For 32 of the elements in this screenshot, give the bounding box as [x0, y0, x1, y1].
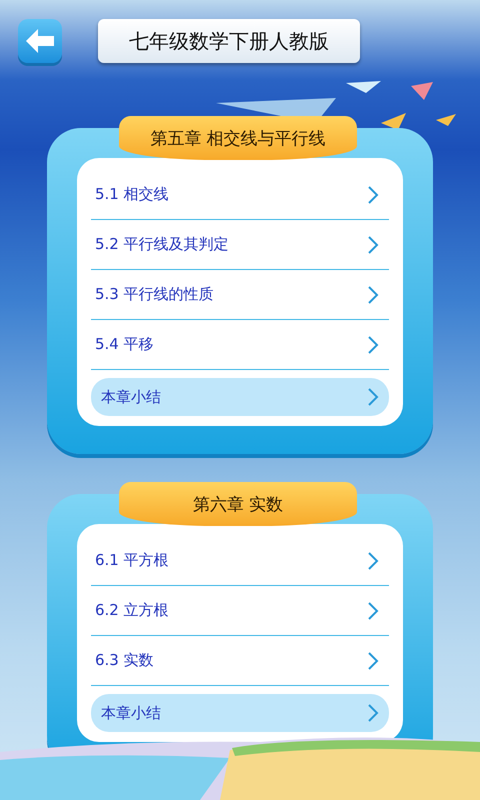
item-label: 6.2 立方根 — [95, 601, 169, 620]
section-item[interactable]: 5.2 平行线及其判定 — [91, 220, 389, 270]
chevron-right-icon — [367, 234, 379, 254]
back-button[interactable] — [18, 19, 62, 63]
section-item[interactable]: 5.3 平行线的性质 — [91, 270, 389, 320]
chevron-right-icon — [367, 184, 379, 204]
page-title: 七年级数学下册人教版 — [98, 19, 360, 63]
summary-item[interactable]: 本章小结 — [91, 378, 389, 416]
chevron-right-icon — [367, 600, 379, 620]
item-label: 6.1 平方根 — [95, 551, 169, 570]
chevron-right-icon — [367, 703, 379, 723]
section-item[interactable]: 5.1 相交线 — [91, 170, 389, 220]
section-item[interactable]: 6.1 平方根 — [91, 536, 389, 586]
section-item[interactable]: 6.2 立方根 — [91, 586, 389, 636]
item-label: 本章小结 — [101, 704, 161, 722]
chevron-right-icon — [367, 334, 379, 354]
chapter-title: 第六章 实数 — [119, 482, 357, 526]
chevron-right-icon — [367, 284, 379, 304]
section-item[interactable]: 5.4 平移 — [91, 320, 389, 370]
chevron-right-icon — [367, 550, 379, 570]
section-item[interactable]: 6.3 实数 — [91, 636, 389, 686]
item-label: 5.4 平移 — [95, 335, 154, 354]
summary-item[interactable]: 本章小结 — [91, 694, 389, 732]
back-arrow-icon — [25, 28, 55, 54]
item-label: 5.3 平行线的性质 — [95, 285, 214, 304]
item-label: 本章小结 — [101, 388, 161, 406]
item-label: 5.1 相交线 — [95, 185, 169, 204]
item-label: 6.3 实数 — [95, 651, 154, 670]
item-label: 5.2 平行线及其判定 — [95, 235, 229, 254]
chevron-right-icon — [367, 387, 379, 407]
chevron-right-icon — [367, 650, 379, 670]
chapter-title: 第五章 相交线与平行线 — [119, 116, 357, 160]
